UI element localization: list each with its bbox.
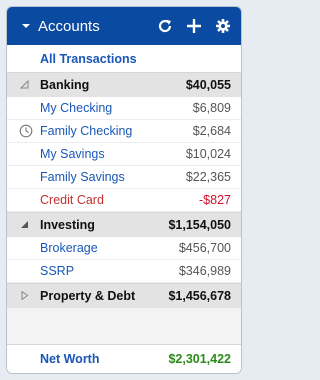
accounts-panel: Accounts All Transactions Banking $40,05… xyxy=(6,6,242,374)
refresh-icon[interactable] xyxy=(157,18,173,34)
expand-triangle-icon[interactable] xyxy=(20,291,29,300)
accounts-header[interactable]: Accounts xyxy=(7,7,241,45)
group-amount: $40,055 xyxy=(185,78,231,92)
account-amount: $10,024 xyxy=(185,147,231,161)
account-amount: $2,684 xyxy=(192,124,231,138)
account-amount: $456,700 xyxy=(178,241,231,255)
group-name: Investing xyxy=(40,218,95,232)
chevron-down-icon[interactable] xyxy=(21,21,31,31)
account-amount: $22,365 xyxy=(185,170,231,184)
collapse-triangle-icon[interactable] xyxy=(20,80,29,89)
all-transactions-link[interactable]: All Transactions xyxy=(7,45,241,72)
account-name: Brokerage xyxy=(40,241,98,255)
account-name: Family Checking xyxy=(40,124,133,138)
group-name: Property & Debt xyxy=(40,289,136,303)
panel-title: Accounts xyxy=(38,17,100,35)
account-name: Family Savings xyxy=(40,170,125,184)
account-row-ssrp[interactable]: SSRP $346,989 xyxy=(7,260,241,283)
account-amount-negative: -$827 xyxy=(199,193,231,207)
account-row-family-savings[interactable]: Family Savings $22,365 xyxy=(7,166,241,189)
account-name: My Checking xyxy=(40,101,113,115)
net-worth-label: Net Worth xyxy=(40,352,100,366)
clock-icon xyxy=(19,124,33,138)
account-row-brokerage[interactable]: Brokerage $456,700 xyxy=(7,237,241,260)
account-name: Credit Card xyxy=(40,193,104,207)
net-worth-row[interactable]: Net Worth $2,301,422 xyxy=(7,344,241,373)
group-amount: $1,154,050 xyxy=(168,218,231,232)
account-name: SSRP xyxy=(40,264,75,278)
gear-icon[interactable] xyxy=(215,18,231,34)
plus-icon[interactable] xyxy=(186,18,202,34)
account-row-my-checking[interactable]: My Checking $6,809 xyxy=(7,97,241,120)
group-banking[interactable]: Banking $40,055 xyxy=(7,72,241,97)
account-amount: $346,989 xyxy=(178,264,231,278)
collapse-triangle-icon[interactable] xyxy=(20,220,29,229)
group-name: Banking xyxy=(40,78,90,92)
account-amount: $6,809 xyxy=(192,101,231,115)
account-row-credit-card[interactable]: Credit Card -$827 xyxy=(7,189,241,212)
net-worth-amount: $2,301,422 xyxy=(168,352,231,366)
group-amount: $1,456,678 xyxy=(168,289,231,303)
account-row-my-savings[interactable]: My Savings $10,024 xyxy=(7,143,241,166)
account-row-family-checking[interactable]: Family Checking $2,684 xyxy=(7,120,241,143)
group-property-debt[interactable]: Property & Debt $1,456,678 xyxy=(7,283,241,308)
group-investing[interactable]: Investing $1,154,050 xyxy=(7,212,241,237)
account-name: My Savings xyxy=(40,147,105,161)
